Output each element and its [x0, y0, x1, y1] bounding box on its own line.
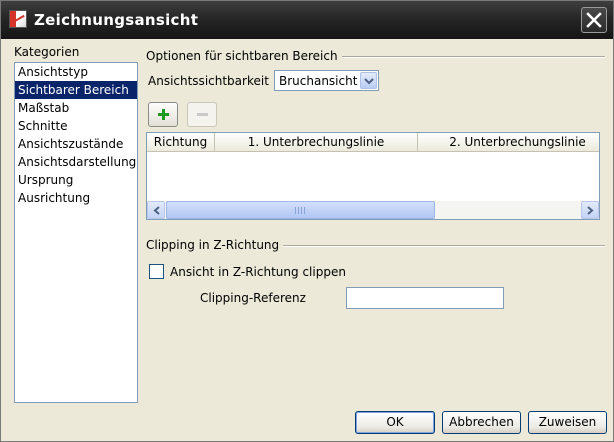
table-header: Richtung 1. Unterbrechungslinie 2. Unter… — [147, 133, 599, 152]
category-item-sichtbarer-bereich[interactable]: Sichtbarer Bereich — [15, 81, 137, 99]
remove-row-button[interactable] — [187, 102, 217, 127]
close-button[interactable] — [581, 7, 607, 33]
window-title: Zeichnungsansicht — [34, 11, 199, 29]
scroll-left-button[interactable] — [147, 201, 165, 219]
visibility-select[interactable]: Bruchansicht — [274, 70, 379, 91]
scroll-thumb[interactable] — [166, 201, 435, 219]
chevron-right-icon — [587, 206, 594, 215]
category-item-ursprung[interactable]: Ursprung — [15, 171, 137, 189]
dialog-window: Zeichnungsansicht Kategorien Ansichtstyp… — [0, 0, 614, 442]
ok-button[interactable]: OK — [355, 411, 435, 434]
close-icon — [586, 12, 602, 28]
category-item-ausrichtung[interactable]: Ausrichtung — [15, 189, 137, 207]
visibility-select-value: Bruchansicht — [279, 74, 358, 88]
apply-button[interactable]: Zuweisen — [528, 411, 607, 434]
category-item-schnitte[interactable]: Schnitte — [15, 117, 137, 135]
categories-label: Kategorien — [14, 45, 80, 59]
category-item-ansichtstyp[interactable]: Ansichtstyp — [15, 63, 137, 81]
category-item-ansichtszustaende[interactable]: Ansichtszustände — [15, 135, 137, 153]
clipping-reference-label: Clipping-Referenz — [200, 291, 306, 305]
title-bar[interactable]: Zeichnungsansicht — [1, 1, 613, 39]
categories-list[interactable]: Ansichtstyp Sichtbarer Bereich Maßstab S… — [14, 62, 138, 403]
dropdown-button[interactable] — [360, 72, 377, 89]
clipping-group-title: Clipping in Z-Richtung — [146, 238, 284, 252]
add-row-button[interactable] — [148, 102, 178, 127]
grip-icon — [295, 207, 305, 214]
clip-z-direction-label[interactable]: Ansicht in Z-Richtung clippen — [170, 265, 346, 279]
minus-icon — [197, 113, 208, 116]
clipping-reference-input[interactable] — [346, 287, 504, 309]
visible-area-group-title: Optionen für sichtbaren Bereich — [146, 49, 342, 63]
chevron-down-icon — [364, 78, 374, 85]
category-item-ansichtsdarstellung[interactable]: Ansichtsdarstellung — [15, 153, 137, 171]
clip-z-direction-checkbox[interactable] — [149, 264, 164, 279]
column-header-richtung[interactable]: Richtung — [147, 133, 215, 152]
drawing-view-app-icon — [9, 10, 27, 28]
visibility-label: Ansichtssichtbarkeit — [148, 74, 269, 88]
plus-icon — [158, 109, 169, 120]
category-item-massstab[interactable]: Maßstab — [15, 99, 137, 117]
scroll-right-button[interactable] — [581, 201, 599, 219]
column-header-unterbrechungslinie-2[interactable]: 2. Unterbrechungslinie — [418, 133, 599, 152]
horizontal-scrollbar[interactable] — [147, 201, 599, 219]
break-lines-table[interactable]: Richtung 1. Unterbrechungslinie 2. Unter… — [146, 132, 600, 220]
column-header-unterbrechungslinie-1[interactable]: 1. Unterbrechungslinie — [215, 133, 418, 152]
chevron-left-icon — [153, 206, 160, 215]
cancel-button[interactable]: Abbrechen — [442, 411, 521, 434]
